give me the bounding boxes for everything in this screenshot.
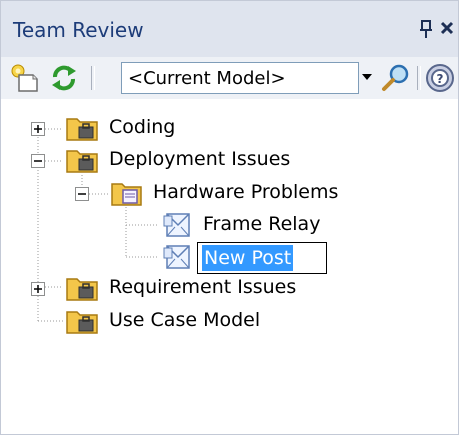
chevron-down-icon[interactable] xyxy=(362,73,372,81)
expand-icon[interactable] xyxy=(31,282,45,296)
toolbar-separator xyxy=(91,66,95,90)
svg-text:?: ? xyxy=(437,72,444,86)
panel-titlebar: Team Review xyxy=(1,1,458,57)
tree-item-hardware-problems[interactable]: Hardware Problems xyxy=(1,178,458,210)
search-icon[interactable] xyxy=(379,61,413,95)
tree-item-use-case-model[interactable]: Use Case Model xyxy=(1,306,458,338)
new-item-icon[interactable] xyxy=(7,61,41,95)
tree-item-new-post[interactable]: New Post xyxy=(1,242,458,274)
tree-item-deployment-issues[interactable]: Deployment Issues xyxy=(1,145,458,177)
model-select-value: <Current Model> xyxy=(128,68,286,89)
package-folder-icon xyxy=(66,278,98,301)
category-folder-icon xyxy=(111,183,142,206)
expand-icon[interactable] xyxy=(31,122,45,136)
tree-item-frame-relay[interactable]: Frame Relay xyxy=(1,210,458,242)
review-tree: Coding Deployment Issues Hardware Proble… xyxy=(1,99,458,434)
package-folder-icon xyxy=(66,118,98,141)
pin-icon[interactable] xyxy=(419,19,433,39)
rename-input-selected-text: New Post xyxy=(202,245,294,271)
rename-input[interactable]: New Post xyxy=(197,242,327,274)
panel-title: Team Review xyxy=(13,18,144,42)
tree-item-label: Use Case Model xyxy=(109,309,261,331)
toolbar: <Current Model> ? xyxy=(1,57,458,100)
package-folder-icon xyxy=(66,150,98,173)
help-icon[interactable]: ? xyxy=(423,61,457,95)
collapse-icon[interactable] xyxy=(75,187,89,201)
refresh-icon[interactable] xyxy=(47,61,81,95)
tree-item-label: Hardware Problems xyxy=(153,181,339,203)
tree-item-label: Requirement Issues xyxy=(109,276,297,298)
toolbar-separator xyxy=(417,66,421,90)
tree-item-coding[interactable]: Coding xyxy=(1,113,458,145)
post-envelope-icon xyxy=(163,245,190,269)
tree-item-requirement-issues[interactable]: Requirement Issues xyxy=(1,273,458,305)
model-select[interactable]: <Current Model> xyxy=(121,62,359,94)
collapse-icon[interactable] xyxy=(31,154,45,168)
tree-item-label: Coding xyxy=(109,116,176,138)
package-folder-icon xyxy=(66,311,98,334)
team-review-panel: Team Review <Current Model> ? Coding Dep… xyxy=(0,0,459,435)
tree-item-label: Deployment Issues xyxy=(109,148,291,170)
tree-item-label: Frame Relay xyxy=(203,213,321,235)
post-envelope-icon xyxy=(163,213,190,237)
close-icon[interactable] xyxy=(440,21,454,35)
